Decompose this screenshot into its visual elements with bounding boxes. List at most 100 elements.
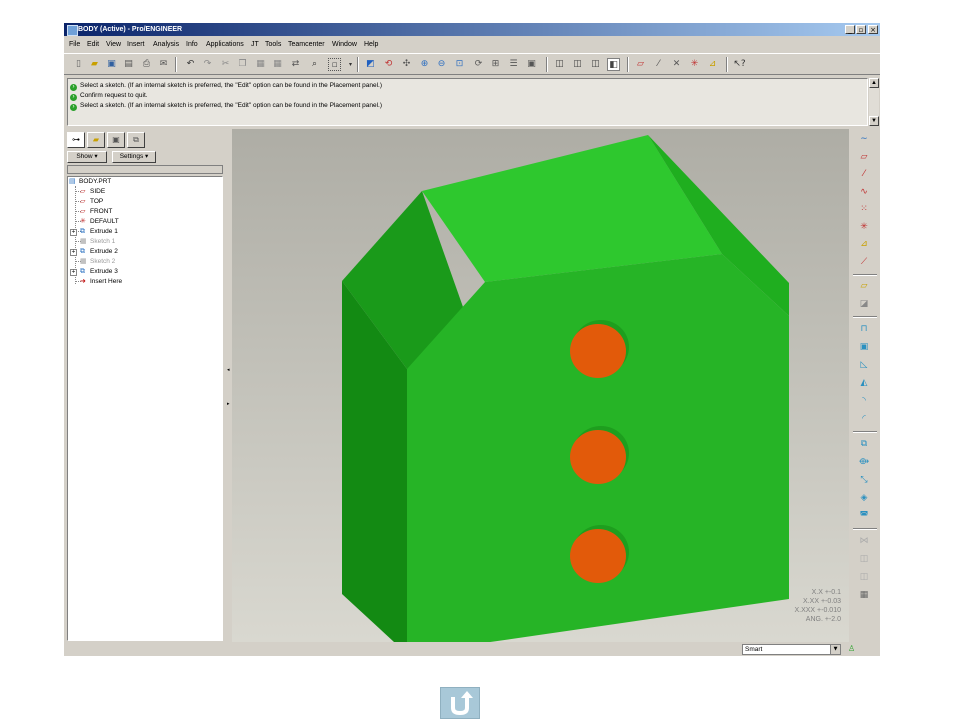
message-scrollbar[interactable]: ▲ ▼: [869, 78, 879, 126]
refit-icon[interactable]: ⊡: [453, 58, 466, 71]
select-box-icon[interactable]: ▫: [328, 58, 341, 71]
trim-tool-icon[interactable]: ◫: [857, 570, 871, 584]
insert-sketch-2-icon[interactable]: ◪: [857, 297, 871, 311]
window-title: BODY (Active) - Pro/ENGINEER: [78, 26, 183, 33]
csys-icon[interactable]: ✳: [688, 58, 701, 71]
save-icon[interactable]: ▣: [105, 58, 118, 71]
connections-tab-icon[interactable]: ⧉: [127, 132, 145, 148]
sketch-tool-icon[interactable]: ∼: [857, 132, 871, 146]
datum-points-icon[interactable]: ✕: [670, 58, 683, 71]
insert-sketch-icon[interactable]: ▱: [857, 279, 871, 293]
menu-view[interactable]: View: [106, 38, 121, 52]
paste-icon[interactable]: ▦: [254, 58, 267, 71]
draft-tool-icon[interactable]: ◭: [857, 376, 871, 390]
chamfer-tool-icon[interactable]: ◜: [857, 412, 871, 426]
favorites-tab-icon[interactable]: ▣: [107, 132, 125, 148]
sweep-tool-icon[interactable]: ⤡: [857, 473, 871, 487]
menu-info[interactable]: Info: [186, 38, 198, 52]
menu-insert[interactable]: Insert: [127, 38, 145, 52]
scroll-down-icon[interactable]: ▼: [869, 116, 879, 126]
redo-icon[interactable]: ↷: [201, 58, 214, 71]
hidden-line-icon[interactable]: ◫: [571, 58, 584, 71]
menu-help[interactable]: Help: [364, 38, 378, 52]
cut-icon[interactable]: ✂: [219, 58, 232, 71]
scroll-up-icon[interactable]: ▲: [869, 78, 879, 88]
layers-icon[interactable]: ☰: [507, 58, 520, 71]
datum-feature-icon[interactable]: ⟋: [857, 255, 871, 269]
style-tool-icon[interactable]: ◚: [857, 509, 871, 523]
close-button[interactable]: ×: [868, 25, 878, 34]
expand-right-icon[interactable]: ▸: [227, 401, 230, 407]
zoom-out-icon[interactable]: ⊖: [435, 58, 448, 71]
settings-button[interactable]: Settings ▾: [112, 151, 156, 163]
point-tool-icon[interactable]: ⁙: [857, 202, 871, 216]
hole-tool-icon[interactable]: ⊓: [857, 322, 871, 336]
extrude-tool-icon[interactable]: ⧉: [857, 437, 871, 451]
save-copy-icon[interactable]: ▤: [122, 58, 135, 71]
repaint-icon[interactable]: ◩: [364, 58, 377, 71]
chevron-down-icon[interactable]: ▼: [830, 645, 840, 654]
undo-icon[interactable]: ↶: [184, 58, 197, 71]
show-button[interactable]: Show ▾: [67, 151, 107, 163]
plane-tool-icon[interactable]: ▱: [857, 150, 871, 164]
no-hidden-icon[interactable]: ◫: [589, 58, 602, 71]
menu-teamcenter[interactable]: Teamcenter: [288, 38, 325, 52]
annotations-icon[interactable]: ⊿: [706, 58, 719, 71]
curve-tool-icon[interactable]: ∿: [857, 185, 871, 199]
new-icon[interactable]: ▯: [72, 58, 85, 71]
expand-extrude-1[interactable]: +: [70, 229, 77, 236]
chevron-down-icon[interactable]: ▾: [344, 58, 357, 71]
wireframe-icon[interactable]: ◫: [553, 58, 566, 71]
mirror-tool-icon[interactable]: ⋈: [857, 534, 871, 548]
datum-planes-icon[interactable]: ▱: [634, 58, 647, 71]
view-manager-icon[interactable]: ▣: [525, 58, 538, 71]
expand-extrude-3[interactable]: +: [70, 269, 77, 276]
extrude-icon: ⧉: [80, 267, 85, 275]
round-tool-icon[interactable]: ◝: [857, 394, 871, 408]
menu-edit[interactable]: Edit: [87, 38, 99, 52]
menu-tools[interactable]: Tools: [265, 38, 281, 52]
merge-tool-icon[interactable]: ◫: [857, 552, 871, 566]
datum-axes-icon[interactable]: ⁄: [652, 58, 665, 71]
folder-browser-tab-icon[interactable]: ▰: [87, 132, 105, 148]
shading-icon[interactable]: ◧: [607, 58, 620, 71]
print-icon[interactable]: ⎙: [140, 58, 153, 71]
menu-window[interactable]: Window: [332, 38, 357, 52]
revolve-tool-icon[interactable]: ⟴: [857, 455, 871, 469]
analysis-tool-icon[interactable]: ⊿: [857, 237, 871, 251]
restore-button[interactable]: ▫: [856, 25, 866, 34]
tree-item-insert-here[interactable]: ➜ Insert Here: [80, 276, 122, 287]
rib-tool-icon[interactable]: ◺: [857, 358, 871, 372]
return-button[interactable]: [440, 687, 480, 719]
menu-file[interactable]: File: [69, 38, 80, 52]
menu-applications[interactable]: Applications: [206, 38, 244, 52]
minimize-button[interactable]: _: [845, 25, 855, 34]
menu-analysis[interactable]: Analysis: [153, 38, 179, 52]
find-icon[interactable]: ⌕: [308, 58, 321, 71]
orient-icon[interactable]: ✣: [400, 58, 413, 71]
reorient-icon[interactable]: ⟳: [472, 58, 485, 71]
zoom-in-icon[interactable]: ⊕: [418, 58, 431, 71]
collapse-left-icon[interactable]: ◂: [227, 367, 230, 373]
csys-tool-icon[interactable]: ✳: [857, 220, 871, 234]
paste-special-icon[interactable]: ▦: [271, 58, 284, 71]
saved-views-icon[interactable]: ⊞: [489, 58, 502, 71]
pattern-tool-icon[interactable]: ▦: [857, 588, 871, 602]
menu-jt[interactable]: JT: [251, 38, 259, 52]
email-icon[interactable]: ✉: [157, 58, 170, 71]
regenerate-icon[interactable]: ⇄: [289, 58, 302, 71]
graphics-window[interactable]: X.X +-0.1 X.XX +-0.03 X.XXX +-0.010 ANG.…: [232, 129, 849, 642]
model-tree-tab-icon[interactable]: ⊶: [67, 132, 85, 148]
context-help-icon[interactable]: ↖?: [733, 58, 746, 71]
blend-tool-icon[interactable]: ◈: [857, 491, 871, 505]
feature-toolbar: ∼ ▱ ⁄ ∿ ⁙ ✳ ⊿ ⟋ ▱ ◪ ⊓ ▣ ◺ ◭ ◝ ◜ ⧉ ⟴ ⤡ ◈ …: [849, 129, 880, 649]
copy-icon[interactable]: ❐: [236, 58, 249, 71]
status-bar: Smart ▼ ♙: [64, 642, 880, 656]
spin-center-icon[interactable]: ⟲: [382, 58, 395, 71]
open-icon[interactable]: ▰: [88, 58, 101, 71]
shell-tool-icon[interactable]: ▣: [857, 340, 871, 354]
selection-filter-select[interactable]: Smart ▼: [742, 644, 841, 655]
expand-extrude-2[interactable]: +: [70, 249, 77, 256]
axis-tool-icon[interactable]: ⁄: [857, 167, 871, 181]
navigator-tabs: ⊶ ▰ ▣ ⧉: [67, 131, 227, 149]
